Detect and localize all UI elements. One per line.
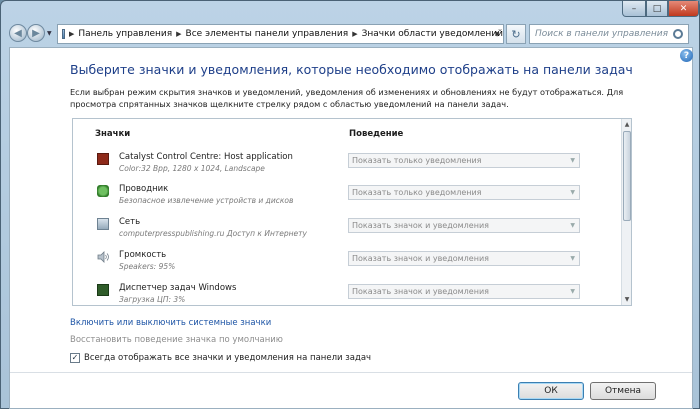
page-description: Если выбран режим скрытия значков и увед… bbox=[70, 87, 624, 109]
back-button[interactable]: ◀ bbox=[9, 24, 27, 42]
chevron-down-icon: ▼ bbox=[47, 30, 52, 37]
behavior-value: Показать значок и уведомления bbox=[352, 221, 489, 230]
search-icon[interactable] bbox=[673, 29, 683, 39]
chevron-down-icon: ▼ bbox=[570, 288, 575, 295]
address-dropdown-button[interactable]: ▼ bbox=[490, 24, 504, 44]
forward-arrow-icon: ▶ bbox=[32, 27, 40, 39]
restore-default-link: Восстановить поведение значка по умолчан… bbox=[70, 335, 283, 345]
item-name: Проводник bbox=[119, 184, 169, 194]
ati-icon bbox=[97, 153, 109, 165]
maximize-button[interactable]: □ bbox=[646, 1, 668, 17]
behavior-value: Показать только уведомления bbox=[352, 156, 482, 165]
vertical-scrollbar[interactable]: ▲ ▼ bbox=[621, 119, 631, 305]
maximize-icon: □ bbox=[652, 3, 662, 14]
behavior-select[interactable]: Показать значок и уведомления ▼ bbox=[348, 251, 580, 266]
notification-icons-list: Значки Поведение Catalyst Control Centre… bbox=[72, 118, 632, 306]
scroll-up-icon[interactable]: ▲ bbox=[622, 119, 631, 130]
breadcrumb-all-items[interactable]: Все элементы панели управления bbox=[186, 29, 349, 39]
page-title: Выберите значки и уведомления, которые н… bbox=[70, 62, 633, 77]
item-name: Catalyst Control Centre: Host applicatio… bbox=[119, 152, 293, 162]
checkmark-icon: ✓ bbox=[71, 353, 79, 362]
search-input[interactable]: Поиск в панели управления bbox=[529, 24, 689, 44]
breadcrumb-separator-icon: ▶ bbox=[176, 30, 182, 38]
item-name: Сеть bbox=[119, 217, 141, 227]
behavior-select[interactable]: Показать только уведомления ▼ bbox=[348, 153, 580, 168]
minimize-icon: – bbox=[631, 3, 637, 14]
behavior-value: Показать только уведомления bbox=[352, 188, 482, 197]
list-item: Громкость Speakers: 95% Показать значок … bbox=[73, 247, 621, 281]
list-item: Диспетчер задач Windows Загрузка ЦП: 3% … bbox=[73, 280, 621, 305]
explorer-icon bbox=[97, 185, 109, 197]
list-item: Сеть computerpresspublishing.ru Доступ к… bbox=[73, 214, 621, 248]
chevron-down-icon: ▼ bbox=[570, 255, 575, 262]
footer-divider bbox=[10, 372, 692, 373]
task-manager-icon bbox=[97, 284, 109, 296]
behavior-select[interactable]: Показать только уведомления ▼ bbox=[348, 185, 580, 200]
address-bar[interactable]: ▶ Панель управления ▶ Все элементы панел… bbox=[57, 24, 504, 44]
refresh-button[interactable]: ↻ bbox=[506, 24, 526, 44]
chevron-down-icon: ▼ bbox=[570, 189, 575, 196]
content-pane: Выберите значки и уведомления, которые н… bbox=[9, 47, 693, 409]
help-icon: ? bbox=[683, 50, 690, 61]
scroll-thumb[interactable] bbox=[623, 131, 631, 221]
column-header-icons: Значки bbox=[95, 129, 131, 139]
item-detail: computerpresspublishing.ru Доступ к Инте… bbox=[119, 229, 307, 238]
close-icon: ✕ bbox=[679, 3, 688, 14]
search-placeholder: Поиск в панели управления bbox=[535, 29, 668, 39]
ok-button[interactable]: ОК bbox=[518, 382, 584, 400]
always-show-all-label[interactable]: Всегда отображать все значки и уведомлен… bbox=[84, 353, 371, 363]
control-panel-window: – □ ✕ ◀ ▶ ▼ ▶ Панель управления ▶ Все эл… bbox=[0, 0, 700, 409]
item-detail: Color:32 Bpp, 1280 x 1024, Landscape bbox=[119, 164, 265, 173]
breadcrumb-separator-icon: ▶ bbox=[68, 30, 75, 38]
chevron-down-icon: ▼ bbox=[570, 222, 575, 229]
minimize-button[interactable]: – bbox=[622, 1, 646, 17]
behavior-value: Показать значок и уведомления bbox=[352, 254, 489, 263]
list-item: Проводник Безопасное извлечение устройст… bbox=[73, 181, 621, 215]
chevron-down-icon: ▼ bbox=[570, 157, 575, 164]
breadcrumb-separator-icon: ▶ bbox=[352, 30, 358, 38]
back-arrow-icon: ◀ bbox=[14, 27, 22, 39]
forward-button[interactable]: ▶ bbox=[27, 24, 45, 42]
close-window-button[interactable]: ✕ bbox=[668, 1, 699, 17]
item-name: Диспетчер задач Windows bbox=[119, 283, 237, 293]
breadcrumb-notification-icons[interactable]: Значки области уведомлений bbox=[362, 29, 503, 39]
recent-pages-dropdown[interactable]: ▼ bbox=[47, 30, 52, 37]
column-header-behavior: Поведение bbox=[349, 129, 404, 139]
help-button[interactable]: ? bbox=[680, 49, 693, 62]
refresh-icon: ↻ bbox=[511, 27, 521, 41]
network-icon bbox=[97, 218, 109, 230]
scroll-down-icon[interactable]: ▼ bbox=[622, 294, 631, 305]
behavior-select[interactable]: Показать значок и уведомления ▼ bbox=[348, 218, 580, 233]
item-detail: Speakers: 95% bbox=[119, 262, 176, 271]
list-item: Catalyst Control Centre: Host applicatio… bbox=[73, 149, 621, 183]
volume-icon bbox=[97, 251, 109, 263]
cancel-button[interactable]: Отмена bbox=[590, 382, 656, 400]
always-show-all-checkbox[interactable]: ✓ bbox=[70, 353, 80, 363]
chevron-down-icon: ▼ bbox=[494, 30, 500, 38]
behavior-value: Показать значок и уведомления bbox=[352, 287, 489, 296]
item-detail: Безопасное извлечение устройств и дисков bbox=[119, 196, 294, 205]
system-icons-link[interactable]: Включить или выключить системные значки bbox=[70, 318, 271, 328]
item-name: Громкость bbox=[119, 250, 167, 260]
always-show-all-checkbox-row[interactable]: ✓ Всегда отображать все значки и уведомл… bbox=[70, 353, 371, 363]
item-detail: Загрузка ЦП: 3% bbox=[119, 295, 186, 304]
behavior-select[interactable]: Показать значок и уведомления ▼ bbox=[348, 284, 580, 299]
control-panel-icon bbox=[62, 29, 65, 39]
breadcrumb-control-panel[interactable]: Панель управления bbox=[78, 29, 172, 39]
